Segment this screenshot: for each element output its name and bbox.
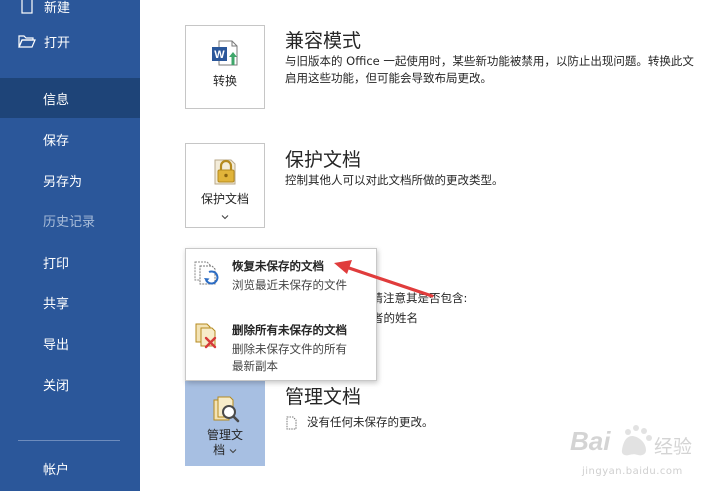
nav-save-as-label: 另存为 xyxy=(43,174,83,190)
nav-share-label: 共享 xyxy=(43,296,70,312)
nav-info[interactable]: 信息 xyxy=(0,78,140,118)
folder-open-icon xyxy=(18,32,36,50)
nav-account-label: 帐户 xyxy=(43,462,70,478)
compat-desc-line2: 启用这些功能，但可能会导致布局更改。 xyxy=(285,71,492,85)
delete-unsaved-item[interactable]: 删除所有未保存的文档 删除未保存文件的所有 最新副本 xyxy=(186,315,376,379)
nav-divider xyxy=(18,440,120,441)
protect-document-button[interactable]: 保护文档 xyxy=(185,143,265,228)
compat-title: 兼容模式 xyxy=(285,30,362,52)
manage-document-icon xyxy=(213,396,240,423)
manage-document-label-line1: 管理文 xyxy=(206,428,243,442)
nav-open-label: 打开 xyxy=(44,35,71,51)
compat-desc-line1: 与旧版本的 Office 一起使用时，某些新功能被禁用，以防止出现问题。转换此文 xyxy=(285,54,694,68)
document-status-icon xyxy=(286,416,297,429)
backstage-sidebar: 新建 打开 信息 保存 另存为 历史记录 打印 共享 导出 关闭 帐户 xyxy=(0,0,140,491)
compat-desc: 与旧版本的 Office 一起使用时，某些新功能被禁用，以防止出现问题。转换此文… xyxy=(285,53,710,87)
nav-print-label: 打印 xyxy=(43,256,70,272)
word-convert-icon: W xyxy=(212,40,238,66)
annotation-arrow-icon xyxy=(334,260,434,298)
inspect-desc-line2: 者的姓名 xyxy=(372,311,418,325)
convert-button-label: 转换 xyxy=(212,74,237,88)
watermark-brand2: 经验 xyxy=(654,436,693,458)
nav-save-as[interactable]: 另存为 xyxy=(0,160,140,200)
recover-unsaved-icon xyxy=(194,261,219,285)
delete-unsaved-icon xyxy=(195,323,217,349)
delete-unsaved-desc-line1: 删除未保存文件的所有 xyxy=(232,342,347,356)
chevron-down-icon xyxy=(221,209,229,223)
nav-save[interactable]: 保存 xyxy=(0,119,140,159)
nav-info-label: 信息 xyxy=(43,92,70,108)
nav-share[interactable]: 共享 xyxy=(0,282,140,322)
nav-close[interactable]: 关闭 xyxy=(0,364,140,404)
manage-document-label-line2: 档 xyxy=(207,443,243,458)
svg-text:W: W xyxy=(214,49,225,61)
nav-new-label: 新建 xyxy=(44,0,71,16)
nav-save-label: 保存 xyxy=(43,133,70,149)
nav-export-label: 导出 xyxy=(43,337,70,353)
protect-document-label: 保护文档 xyxy=(200,192,249,206)
nav-close-label: 关闭 xyxy=(43,378,70,394)
manage-desc-text: 没有任何未保存的更改。 xyxy=(307,415,434,429)
nav-account[interactable]: 帐户 xyxy=(0,448,140,488)
manage-document-label: 管理文 档 xyxy=(207,428,243,458)
new-doc-icon xyxy=(18,0,36,15)
manage-desc: 没有任何未保存的更改。 xyxy=(285,414,434,431)
manage-document-button[interactable]: 管理文 档 xyxy=(185,381,265,466)
watermark-url: jingyan.baidu.com xyxy=(582,466,683,477)
nav-history-label: 历史记录 xyxy=(43,214,96,230)
nav-open[interactable]: 打开 xyxy=(0,21,140,61)
delete-unsaved-desc: 删除未保存文件的所有 最新副本 xyxy=(232,341,347,375)
protect-desc: 控制其他人可以对此文档所做的更改类型。 xyxy=(285,173,504,187)
protect-title: 保护文档 xyxy=(285,149,362,171)
watermark-brand: Bai xyxy=(570,426,611,456)
chevron-down-icon xyxy=(229,449,237,454)
baidu-watermark: Bai 经验 jingyan.baidu.com xyxy=(556,418,706,486)
nav-history: 历史记录 xyxy=(0,200,140,240)
nav-print[interactable]: 打印 xyxy=(0,242,140,282)
delete-unsaved-title: 删除所有未保存的文档 xyxy=(232,323,347,337)
manage-title: 管理文档 xyxy=(285,386,362,408)
convert-button[interactable]: W 转换 xyxy=(185,25,265,109)
recover-unsaved-title: 恢复未保存的文档 xyxy=(232,259,324,273)
delete-unsaved-desc-line2: 最新副本 xyxy=(232,359,278,373)
nav-export[interactable]: 导出 xyxy=(0,323,140,363)
lock-icon xyxy=(214,159,236,185)
